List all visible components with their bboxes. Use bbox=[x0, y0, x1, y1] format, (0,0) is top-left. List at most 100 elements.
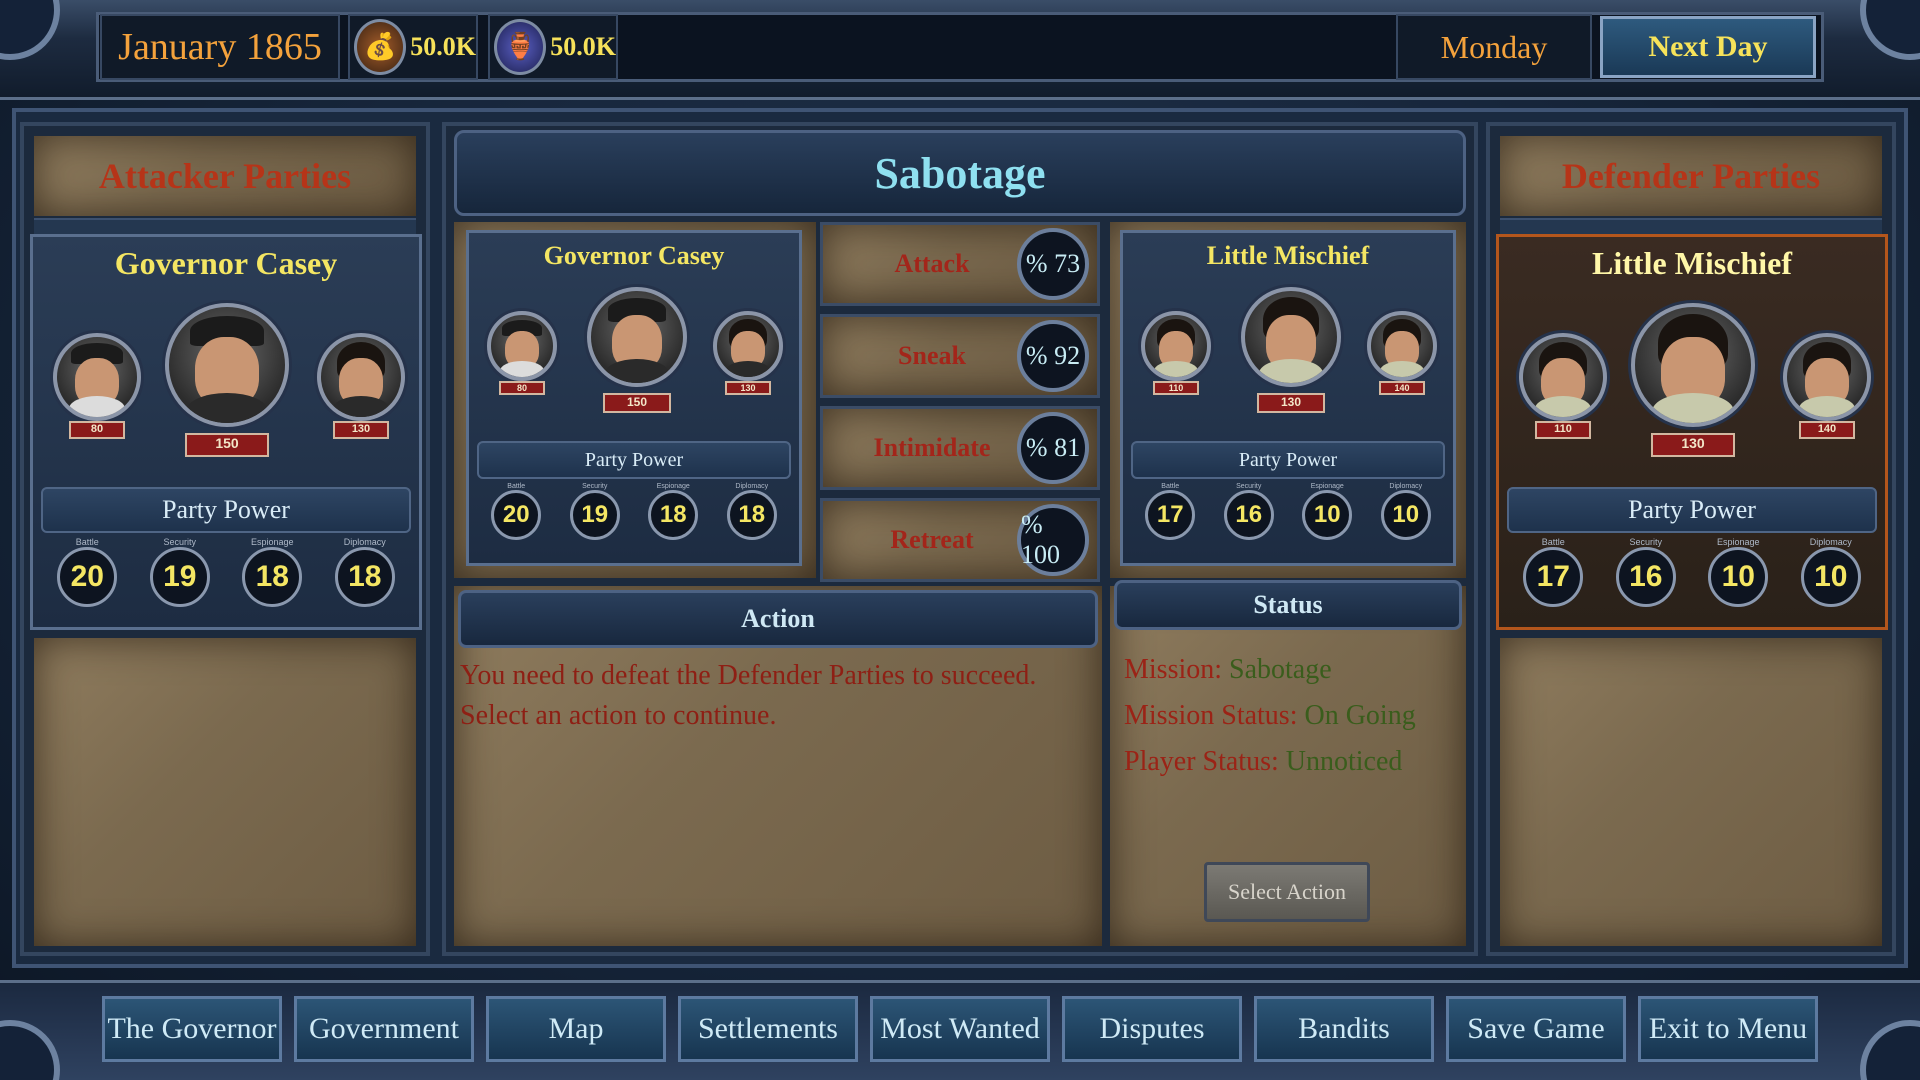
member-level-badge: 80 bbox=[499, 381, 545, 395]
member-portrait[interactable] bbox=[487, 311, 557, 381]
leader-level-badge: 150 bbox=[185, 433, 269, 457]
center-column: Sabotage Governor Casey 80 150 130 Party… bbox=[442, 122, 1478, 956]
party-name: Governor Casey bbox=[114, 245, 338, 281]
party-power-label: Party Power bbox=[41, 487, 411, 533]
action-message: You need to defeat the Defender Parties … bbox=[460, 656, 1080, 736]
intimidate-chance[interactable]: Intimidate % 81 bbox=[820, 406, 1100, 490]
next-day-button[interactable]: Next Day bbox=[1600, 16, 1816, 78]
status-title: Status bbox=[1114, 580, 1462, 630]
stat-battle: Battle 20 bbox=[491, 483, 542, 540]
party-stats: Battle 20 Security 19 Espionage 18 Diplomac… bbox=[477, 483, 791, 540]
defender-header: Defender Parties bbox=[1500, 136, 1882, 216]
money-resource: 💰 50.0K bbox=[348, 14, 478, 80]
nav-map[interactable]: Map bbox=[486, 996, 666, 1062]
influence-resource: 🏺 50.0K bbox=[488, 14, 618, 80]
member-level-badge: 140 bbox=[1799, 421, 1855, 439]
action-title: Action bbox=[458, 590, 1098, 648]
stat-diplomacy: Diplomacy 18 bbox=[726, 483, 777, 540]
influence-value: 50.0K bbox=[550, 32, 616, 61]
stat-espionage: Espionage 10 bbox=[1708, 537, 1769, 607]
member-portrait[interactable] bbox=[1519, 333, 1607, 421]
stat-security: Security 16 bbox=[1223, 483, 1274, 540]
weekday-display: Monday bbox=[1396, 14, 1592, 80]
defender-empty-area bbox=[1500, 638, 1882, 946]
defender-party-card[interactable]: Little Mischief 110 130 140 Party Power … bbox=[1496, 234, 1888, 630]
leader-portrait[interactable] bbox=[1241, 287, 1341, 387]
stat-diplomacy: Diplomacy 10 bbox=[1800, 537, 1861, 607]
stat-espionage: Espionage 18 bbox=[648, 483, 699, 540]
stat-espionage: Espionage 10 bbox=[1302, 483, 1353, 540]
intimidate-chance-value: % 81 bbox=[1017, 412, 1089, 484]
attacker-header: Attacker Parties bbox=[34, 136, 416, 216]
retreat-chance[interactable]: Retreat % 100 bbox=[820, 498, 1100, 582]
stat-diplomacy: Diplomacy 18 bbox=[334, 537, 395, 607]
party-name: Governor Casey bbox=[543, 241, 725, 270]
stat-battle: Battle 17 bbox=[1523, 537, 1584, 607]
member-portrait[interactable] bbox=[1141, 311, 1211, 381]
leader-portrait[interactable] bbox=[587, 287, 687, 387]
sneak-chance-value: % 92 bbox=[1017, 320, 1089, 392]
member-level-badge: 110 bbox=[1153, 381, 1199, 395]
party-name: Little Mischief bbox=[1592, 245, 1792, 281]
stat-battle: Battle 20 bbox=[57, 537, 118, 607]
attack-chance-value: % 73 bbox=[1017, 228, 1089, 300]
money-bag-icon: 💰 bbox=[354, 19, 407, 75]
action-message-line-1: You need to defeat the Defender Parties … bbox=[460, 660, 1037, 691]
member-portrait[interactable] bbox=[317, 333, 405, 421]
defender-mini-card[interactable]: Little Mischief 110 130 140 Party Power … bbox=[1120, 230, 1456, 566]
party-stats: Battle 20 Security 19 Espionage 18 Diplo… bbox=[41, 537, 411, 607]
nav-government[interactable]: Government bbox=[294, 996, 474, 1062]
action-chances: Attack % 73 Sneak % 92 Intimidate % 81 R… bbox=[820, 222, 1100, 582]
member-portrait[interactable] bbox=[713, 311, 783, 381]
status-mission: Mission: Sabotage bbox=[1124, 654, 1332, 685]
action-message-line-2: Select an action to continue. bbox=[460, 700, 777, 731]
party-name: Little Mischief bbox=[1206, 241, 1370, 270]
sneak-chance[interactable]: Sneak % 92 bbox=[820, 314, 1100, 398]
nav-bandits[interactable]: Bandits bbox=[1254, 996, 1434, 1062]
member-level-badge: 130 bbox=[333, 421, 389, 439]
member-portrait[interactable] bbox=[53, 333, 141, 421]
stat-espionage: Espionage 18 bbox=[242, 537, 303, 607]
nav-exit-to-menu[interactable]: Exit to Menu bbox=[1638, 996, 1818, 1062]
attacker-column: Attacker Parties Governor Casey 80 150 1… bbox=[20, 122, 430, 956]
stat-security: Security 16 bbox=[1615, 537, 1676, 607]
mission-title: Sabotage bbox=[454, 130, 1466, 216]
member-portrait[interactable] bbox=[1367, 311, 1437, 381]
retreat-chance-value: % 100 bbox=[1017, 504, 1089, 576]
influence-jar-icon: 🏺 bbox=[494, 19, 547, 75]
status-mission-status: Mission Status: On Going bbox=[1124, 700, 1416, 731]
leader-level-badge: 130 bbox=[1257, 393, 1325, 413]
status-player-status: Player Status: Unnoticed bbox=[1124, 746, 1403, 777]
stat-security: Security 19 bbox=[569, 483, 620, 540]
party-stats: Battle 17 Security 16 Espionage 10 Diplomac… bbox=[1131, 483, 1445, 540]
nav-settlements[interactable]: Settlements bbox=[678, 996, 858, 1062]
nav-the-governor[interactable]: The Governor bbox=[102, 996, 282, 1062]
member-level-badge: 140 bbox=[1379, 381, 1425, 395]
leader-level-badge: 130 bbox=[1651, 433, 1735, 457]
leader-portrait[interactable] bbox=[165, 303, 289, 427]
member-portrait[interactable] bbox=[1783, 333, 1871, 421]
stat-battle: Battle 17 bbox=[1145, 483, 1196, 540]
attacker-mini-card[interactable]: Governor Casey 80 150 130 Party Power Ba… bbox=[466, 230, 802, 566]
nav-save-game[interactable]: Save Game bbox=[1446, 996, 1626, 1062]
party-power-label: Party Power bbox=[477, 441, 791, 479]
party-power-label: Party Power bbox=[1507, 487, 1877, 533]
stat-diplomacy: Diplomacy 10 bbox=[1380, 483, 1431, 540]
select-action-button[interactable]: Select Action bbox=[1204, 862, 1370, 922]
nav-disputes[interactable]: Disputes bbox=[1062, 996, 1242, 1062]
stat-security: Security 19 bbox=[149, 537, 210, 607]
nav-most-wanted[interactable]: Most Wanted bbox=[870, 996, 1050, 1062]
attacker-empty-area bbox=[34, 638, 416, 946]
member-level-badge: 80 bbox=[69, 421, 125, 439]
party-stats: Battle 17 Security 16 Espionage 10 Diplo… bbox=[1507, 537, 1877, 607]
member-level-badge: 130 bbox=[725, 381, 771, 395]
attacker-party-card[interactable]: Governor Casey 80 150 130 Party Power Ba… bbox=[30, 234, 422, 630]
defender-column: Defender Parties Little Mischief 110 130… bbox=[1486, 122, 1896, 956]
leader-portrait[interactable] bbox=[1631, 303, 1755, 427]
party-power-label: Party Power bbox=[1131, 441, 1445, 479]
attack-chance[interactable]: Attack % 73 bbox=[820, 222, 1100, 306]
member-level-badge: 110 bbox=[1535, 421, 1591, 439]
leader-level-badge: 150 bbox=[603, 393, 671, 413]
money-value: 50.0K bbox=[410, 32, 476, 61]
date-display: January 1865 bbox=[100, 14, 340, 80]
